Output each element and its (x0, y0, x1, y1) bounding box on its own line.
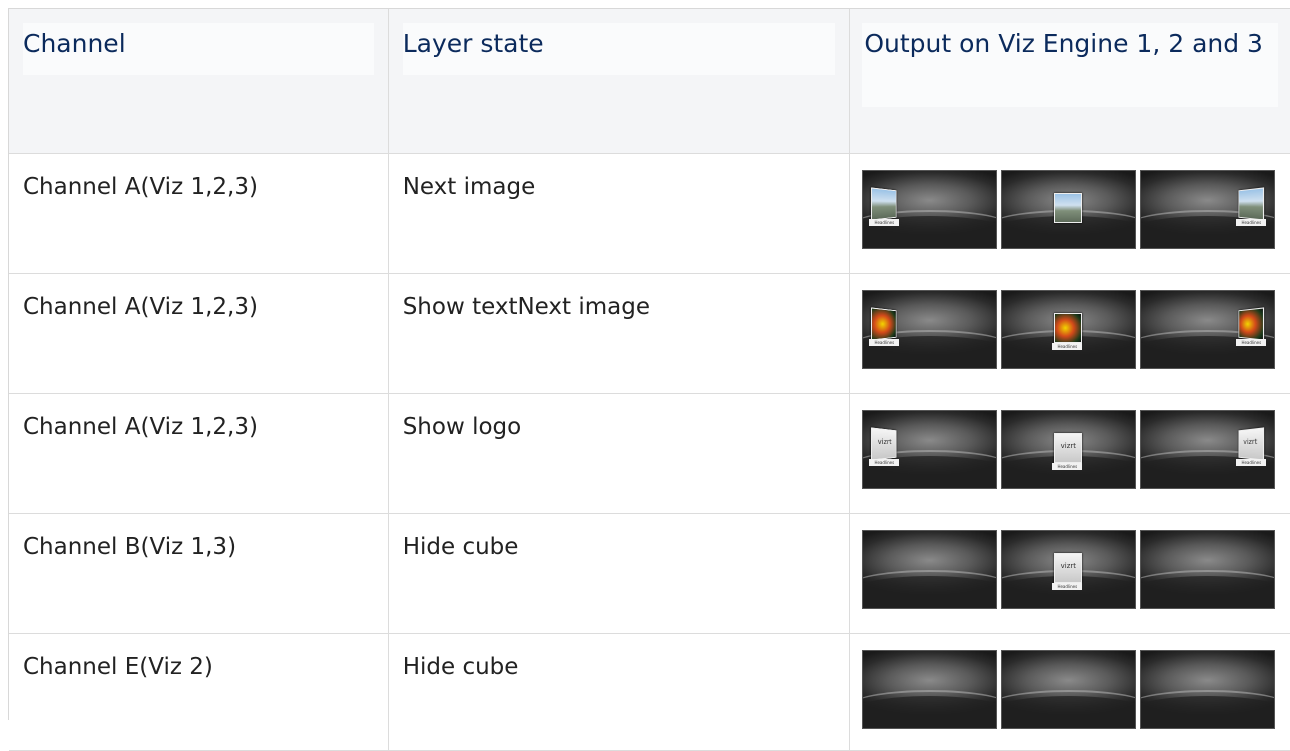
headlines-base: Headlines (1236, 219, 1267, 226)
output-thumbnails: vizrt Headlines (862, 530, 1278, 609)
output-cell (850, 634, 1290, 750)
channel-cell: Channel E(Viz 2) (9, 634, 389, 750)
channel-name: Channel E(Viz 2) (23, 654, 213, 680)
output-cell: vizrt Headlines vizrt Headlines vizrt Headl… (850, 394, 1290, 513)
channel-name: Channel A(Viz 1,2,3) (23, 414, 258, 440)
viz-engine-3-output (1140, 530, 1276, 609)
channel-name: Channel A(Viz 1,2,3) (23, 294, 258, 320)
image-cube-icon (871, 187, 897, 221)
layer-state: Show textNext image (402, 294, 650, 320)
viz-engine-2-output: vizrt Headlines (1001, 530, 1137, 609)
output-thumbnails (862, 650, 1278, 729)
headlines-base: Headlines (1052, 343, 1083, 350)
channel-cell: Channel A(Viz 1,2,3) (9, 394, 389, 513)
channel-cell: Channel A(Viz 1,2,3) (9, 274, 389, 393)
headlines-base: Headlines (1052, 583, 1083, 590)
header-cell-output: Output on Viz Engine 1, 2 and 3 (850, 9, 1290, 153)
image-cube-icon (1238, 187, 1265, 221)
table-row: Channel B(Viz 1,3) Hide cube vizrt Headli… (9, 514, 1290, 634)
viz-engine-1-output: Headlines (862, 170, 998, 249)
headlines-base: Headlines (869, 339, 900, 346)
layer-state: Hide cube (402, 534, 519, 560)
table-row: Channel E(Viz 2) Hide cube (9, 634, 1290, 751)
viz-engine-1-output (862, 530, 998, 609)
table-header-row: Channel Layer state Output on Viz Engine… (9, 9, 1290, 154)
output-cell: vizrt Headlines (850, 514, 1290, 633)
text-cube-icon (1054, 313, 1083, 343)
header-cell-channel: Channel (9, 9, 389, 153)
layer-state-cell: Hide cube (389, 634, 851, 750)
channel-cell: Channel A(Viz 1,2,3) (9, 154, 389, 273)
viz-engine-3-output: vizrt Headlines (1140, 410, 1276, 489)
table-row: Channel A(Viz 1,2,3) Next image Headline… (9, 154, 1290, 274)
layer-state: Show logo (402, 414, 522, 440)
viz-engine-2-output (1001, 170, 1137, 249)
header-channel: Channel (23, 23, 374, 75)
logo-cube-icon: vizrt (1054, 553, 1083, 583)
channel-name: Channel B(Viz 1,3) (23, 534, 237, 560)
viz-engine-2-output (1001, 650, 1137, 729)
header-layer-state: Layer state (402, 23, 836, 75)
layer-state-cell: Show textNext image (389, 274, 851, 393)
viz-engine-3-output: Headlines (1140, 170, 1276, 249)
viz-engine-1-output (862, 650, 998, 729)
layer-state-cell: Hide cube (389, 514, 851, 633)
logo-cube-icon: vizrt (1054, 433, 1083, 463)
layer-state: Hide cube (402, 654, 519, 680)
layer-state-table: Channel Layer state Output on Viz Engine… (8, 8, 1290, 751)
output-cell: Headlines Headlines Headlines (850, 274, 1290, 393)
viz-engine-3-output: Headlines (1140, 290, 1276, 369)
output-cell: Headlines Headlines (850, 154, 1290, 273)
layer-state-cell: Show logo (389, 394, 851, 513)
output-thumbnails: vizrt Headlines vizrt Headlines vizrt Headl… (862, 410, 1278, 489)
layer-state-cell: Next image (389, 154, 851, 273)
header-cell-layer-state: Layer state (389, 9, 851, 153)
viz-engine-1-output: Headlines (862, 290, 998, 369)
viz-engine-3-output (1140, 650, 1276, 729)
channel-name: Channel A(Viz 1,2,3) (23, 174, 258, 200)
headlines-base: Headlines (869, 459, 900, 466)
viz-engine-2-output: Headlines (1001, 290, 1137, 369)
text-cube-icon (871, 307, 897, 341)
logo-cube-icon: vizrt (871, 427, 897, 461)
header-output: Output on Viz Engine 1, 2 and 3 (862, 23, 1278, 107)
output-thumbnails: Headlines Headlines (862, 170, 1278, 249)
headlines-base: Headlines (1236, 459, 1267, 466)
viz-engine-2-output: vizrt Headlines (1001, 410, 1137, 489)
headlines-base: Headlines (1052, 463, 1083, 470)
output-thumbnails: Headlines Headlines Headlines (862, 290, 1278, 369)
headlines-base: Headlines (869, 219, 900, 226)
headlines-base: Headlines (1236, 339, 1267, 346)
viz-engine-1-output: vizrt Headlines (862, 410, 998, 489)
image-cube-icon (1054, 193, 1083, 223)
table-row: Channel A(Viz 1,2,3) Show logo vizrt Head… (9, 394, 1290, 514)
table-row: Channel A(Viz 1,2,3) Show textNext image… (9, 274, 1290, 394)
channel-cell: Channel B(Viz 1,3) (9, 514, 389, 633)
logo-cube-icon: vizrt (1238, 427, 1265, 461)
text-cube-icon (1238, 307, 1265, 341)
layer-state: Next image (402, 174, 536, 200)
